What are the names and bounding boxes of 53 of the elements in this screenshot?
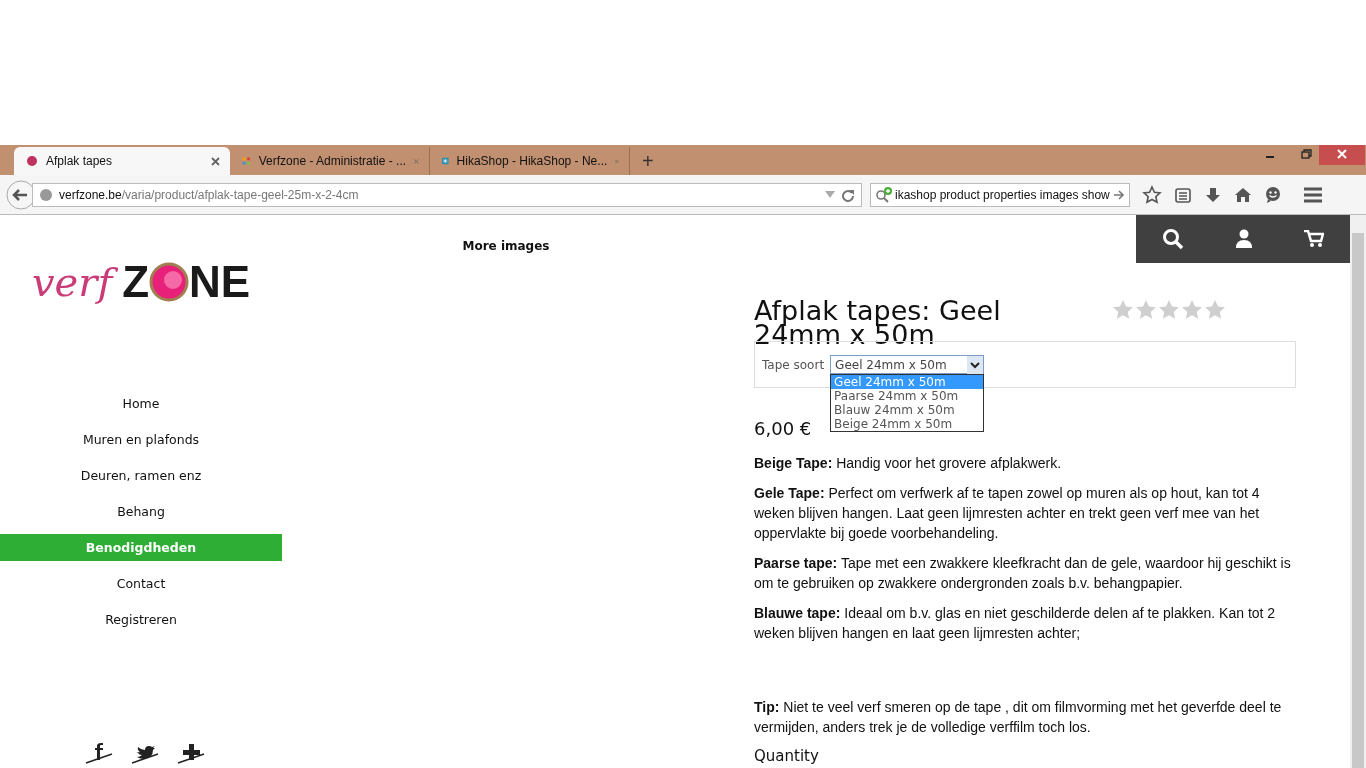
nav-link[interactable]: Contact — [0, 565, 282, 601]
star-icon[interactable] — [1142, 184, 1162, 205]
nav-link[interactable]: Registreren — [0, 601, 282, 637]
description-paragraph: Beige Tape: Handig voor het grovere afplakwerk. — [754, 454, 1063, 473]
new-tab-button[interactable]: + — [630, 147, 666, 175]
search-field[interactable]: ikashop product properties images show — [870, 182, 1130, 207]
search-text: ikashop product properties images show — [895, 187, 1111, 202]
tab-title: HikaShop - HikaShop - Ne... — [456, 154, 608, 168]
search-icon — [875, 186, 893, 203]
description-paragraph: Gele Tape: Perfect om verfwerk af te tapen zowel op muren als op hout, kan tot 4 weken blijven hangen. Laat geen lijmresten achter en trekt geen verf mee van het oppervlakte bij goede voorbehandeling. — [754, 484, 1261, 543]
scrollbar[interactable] — [1350, 215, 1366, 768]
option-label: Tape soort — [762, 357, 825, 372]
nav-link[interactable]: Home — [0, 385, 282, 421]
tab-title: Verfzone - Administratie - ... — [258, 154, 407, 168]
star-icon[interactable] — [1158, 299, 1180, 321]
description-paragraph: Blauwe tape: Ideaal om b.v. glas en niet geschilderde delen af te plakken. Kan tot 2 weken blijven hangen en laat geen lijmresten achter; — [754, 604, 1277, 643]
arrow-right-icon[interactable] — [1113, 188, 1125, 201]
dropdown-option[interactable]: Blauw 24mm x 50m — [831, 403, 984, 417]
star-icon[interactable] — [1135, 299, 1157, 321]
home-icon[interactable] — [1234, 185, 1252, 204]
search-icon[interactable] — [1161, 228, 1184, 250]
reload-icon[interactable] — [841, 187, 855, 202]
quantity-label: Quantity — [754, 747, 820, 765]
address-bar[interactable]: verfzone.be/varia/product/afplak-tape-geel-25m-x-2-4cm — [32, 182, 862, 207]
url-text: verfzone.be/varia/product/afplak-tape-geel-25m-x-2-4cm — [59, 187, 359, 202]
tab-title: Afplak tapes — [46, 154, 114, 168]
nav-link[interactable]: Muren en plafonds — [0, 421, 282, 457]
site-icon — [26, 155, 38, 167]
tape-select[interactable]: Geel 24mm x 50m — [830, 355, 985, 374]
site-logo[interactable]: verf Z NE — [32, 247, 254, 317]
star-icon[interactable] — [1112, 299, 1134, 321]
browser-tab[interactable]: Afplak tapes — [14, 147, 230, 175]
price: 6,00 € — [754, 418, 812, 439]
clipboard-icon[interactable] — [1174, 185, 1192, 204]
nav-link[interactable]: Deuren, ramen enz — [0, 457, 282, 493]
user-icon[interactable] — [1235, 229, 1253, 249]
close-window-icon[interactable] — [1319, 145, 1365, 165]
star-icon[interactable] — [1181, 299, 1203, 321]
dropdown-icon[interactable] — [825, 190, 835, 199]
nav-link[interactable]: Behang — [0, 493, 282, 529]
menu-icon[interactable] — [1304, 186, 1322, 203]
more-images-link[interactable]: More images — [462, 239, 550, 255]
description-paragraph: Paarse tape: Tape met een zwakkere kleefkracht dan de gele, waardoor hij geschikt is om te gebruiken op zwakkere ondergronden zoals b.v. behangpapier. — [754, 554, 1292, 593]
rating-stars[interactable] — [1112, 299, 1226, 321]
download-icon[interactable] — [1204, 185, 1222, 204]
dropdown-option[interactable]: Paarse 24mm x 50m — [831, 389, 984, 403]
close-icon[interactable] — [211, 156, 220, 166]
tip-paragraph: Tip: Niet te veel verf smeren op de tape , dit om filmvorming met het geverfde deel te vermijden, anders trek je de volledige verffilm toch los. — [754, 698, 1283, 737]
dropdown-option[interactable]: Beige 24mm x 50m — [831, 417, 984, 431]
caret-icon — [967, 355, 984, 374]
cart-icon[interactable] — [1304, 230, 1325, 248]
star-icon[interactable] — [1204, 299, 1226, 321]
smiley-icon[interactable] — [1264, 185, 1282, 204]
